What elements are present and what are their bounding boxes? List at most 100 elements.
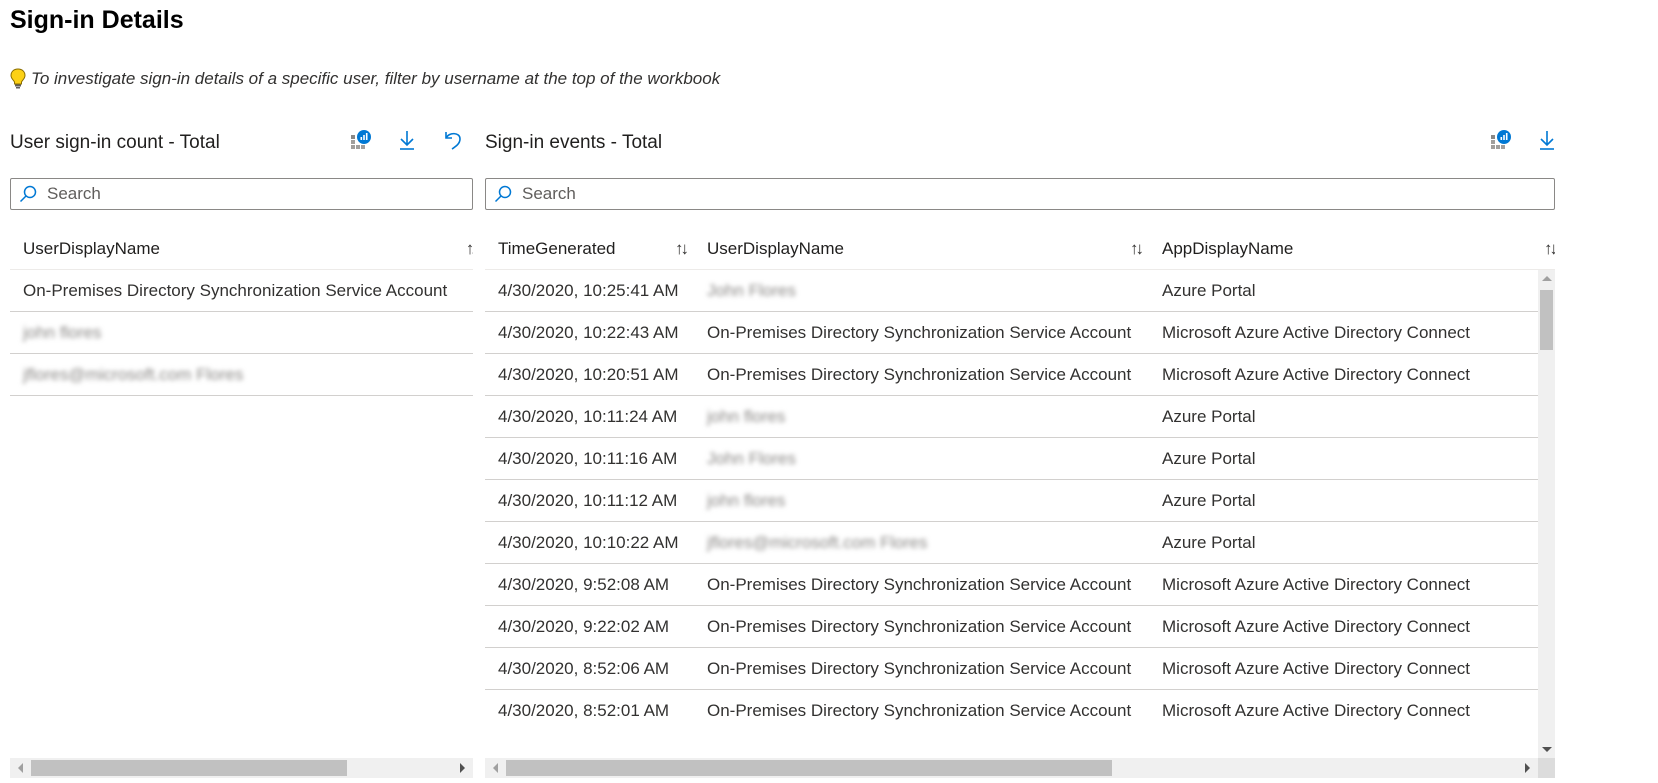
lightbulb-icon [10,68,26,90]
signin-events-panel: Sign-in events - Total Search TimeGenera… [485,118,1555,778]
scrollbar-thumb[interactable] [31,760,347,776]
open-in-log-analytics-icon [351,130,371,149]
scroll-left-arrow[interactable] [493,763,498,773]
table-row[interactable]: 4/30/2020, 10:11:24 AM john flores Azure P… [485,396,1538,438]
table-row[interactable]: 4/30/2020, 10:11:12 AM john flores Azure P… [485,480,1538,522]
reset-button[interactable] [441,126,465,154]
cell-timegenerated: 4/30/2020, 9:22:02 AM [498,617,670,636]
sort-ascending-icon[interactable]: ↑. [466,239,473,259]
page-title: Sign-in Details [10,6,184,34]
cell-userdisplayname: jflores@microsoft.com Flores [707,533,928,552]
cell-userdisplayname: On-Premises Directory Synchronization Se… [707,323,1132,342]
sort-icon[interactable]: ↑↓ [1544,239,1555,259]
cell-timegenerated: 4/30/2020, 10:11:12 AM [498,491,678,510]
open-in-log-analytics-icon [1491,130,1511,149]
hint-text-container: To investigate sign-in details of a spec… [10,68,720,90]
events-search-box[interactable] [485,178,1555,210]
horizontal-scrollbar[interactable] [10,758,473,778]
panel-title: Sign-in events - Total [485,132,663,153]
cell-userdisplayname: On-Premises Directory Synchronization Se… [707,659,1132,678]
export-button[interactable] [1535,126,1559,154]
table-row[interactable]: 4/30/2020, 10:11:16 AM John Flores Azure P… [485,438,1538,480]
cell-userdisplayname: jflores@microsoft.com Flores [23,365,244,384]
download-icon [1540,131,1554,150]
cell-appdisplayname: Azure Portal [1162,491,1256,510]
cell-timegenerated: 4/30/2020, 10:25:41 AM [498,281,679,300]
user-search-box[interactable] [10,178,473,210]
table-row[interactable]: jflores@microsoft.com Flores [10,354,473,396]
user-signin-count-panel: User sign-in count - Total Search UserDi… [10,118,473,778]
table-header: UserDisplayName ↑. [10,228,473,270]
cell-timegenerated: 4/30/2020, 9:52:08 AM [498,575,670,594]
cell-userdisplayname: On-Premises Directory Synchronization Se… [23,281,448,300]
cell-userdisplayname: john flores [23,323,102,342]
cell-timegenerated: 4/30/2020, 10:20:51 AM [498,365,679,384]
table-row[interactable]: 4/30/2020, 9:22:02 AM On-Premises Directo… [485,606,1538,648]
scroll-right-arrow[interactable] [460,763,465,773]
export-button[interactable] [395,126,419,154]
table-row[interactable]: 4/30/2020, 8:52:01 AM On-Premises Directo… [485,690,1538,720]
scroll-down-arrow[interactable] [1542,747,1552,752]
cell-userdisplayname: On-Premises Directory Synchronization Se… [707,575,1132,594]
column-header-appdisplayname[interactable]: AppDisplayName ↑↓ [1149,228,1555,270]
table-row[interactable]: On-Premises Directory Synchronization Se… [10,270,473,312]
table-row[interactable]: 4/30/2020, 9:52:08 AM On-Premises Directo… [485,564,1538,606]
cell-appdisplayname: Microsoft Azure Active Directory Connect [1162,659,1471,678]
table-row[interactable]: 4/30/2020, 8:52:06 AM On-Premises Directo… [485,648,1538,690]
user-signin-count-table: UserDisplayName ↑. On-Premises Directory… [10,228,473,778]
cell-appdisplayname: Microsoft Azure Active Directory Connect [1162,701,1471,720]
horizontal-scrollbar[interactable] [485,758,1538,778]
cell-userdisplayname: On-Premises Directory Synchronization Se… [707,617,1132,636]
cell-timegenerated: 4/30/2020, 8:52:01 AM [498,701,670,720]
hint-text: To investigate sign-in details of a spec… [31,69,721,88]
table-row[interactable]: 4/30/2020, 10:22:43 AM On-Premises Direct… [485,312,1538,354]
scroll-left-arrow[interactable] [18,763,23,773]
table-body: On-Premises Directory Synchronization Se… [10,270,473,396]
table-row[interactable]: 4/30/2020, 10:20:51 AM On-Premises Direct… [485,354,1538,396]
download-icon [400,131,414,150]
cell-appdisplayname: Microsoft Azure Active Directory Connect [1162,617,1471,636]
scroll-up-arrow[interactable] [1542,276,1552,281]
cell-appdisplayname: Azure Portal [1162,449,1256,468]
column-header-timegenerated[interactable]: TimeGenerated ↑↓ [485,228,694,270]
cell-appdisplayname: Microsoft Azure Active Directory Connect [1162,365,1471,384]
column-header-userdisplayname[interactable]: UserDisplayName ↑. [10,228,473,270]
signin-events-table: TimeGenerated ↑↓ UserDisplayName ↑↓ AppD… [485,228,1555,778]
undo-icon [445,132,461,150]
cell-userdisplayname: john flores [707,491,786,510]
panel-title: User sign-in count - Total [10,132,220,153]
cell-userdisplayname: john flores [707,407,786,426]
scrollbar-thumb[interactable] [506,760,1112,776]
scrollbar-thumb[interactable] [1540,290,1553,350]
open-in-logs-button[interactable] [1489,126,1513,154]
scroll-right-arrow[interactable] [1525,763,1530,773]
user-search-input[interactable] [45,183,472,205]
column-header-userdisplayname[interactable]: UserDisplayName ↑↓ [694,228,1149,270]
cell-userdisplayname: On-Premises Directory Synchronization Se… [707,701,1132,720]
events-search-input[interactable] [520,183,1554,205]
cell-appdisplayname: Azure Portal [1162,281,1256,300]
cell-timegenerated: 4/30/2020, 10:10:22 AM [498,533,679,552]
table-row[interactable]: 4/30/2020, 10:25:41 AM John Flores Azure P… [485,270,1538,312]
cell-appdisplayname: Azure Portal [1162,407,1256,426]
sort-icon[interactable]: ↑↓ [675,239,689,259]
cell-userdisplayname: John Flores [707,449,796,468]
search-icon [19,185,37,203]
cell-timegenerated: 4/30/2020, 10:11:16 AM [498,449,678,468]
open-in-logs-button[interactable] [349,126,373,154]
cell-userdisplayname: John Flores [707,281,796,300]
cell-appdisplayname: Azure Portal [1162,533,1256,552]
cell-userdisplayname: On-Premises Directory Synchronization Se… [707,365,1132,384]
table-body: 4/30/2020, 10:25:41 AM John Flores Azure P… [485,270,1538,720]
sort-icon[interactable]: ↑↓ [1130,239,1144,259]
cell-timegenerated: 4/30/2020, 10:11:24 AM [498,407,678,426]
table-header: TimeGenerated ↑↓ UserDisplayName ↑↓ AppD… [485,228,1555,270]
table-row[interactable]: 4/30/2020, 10:10:22 AM jflores@microsoft.… [485,522,1538,564]
scrollbar-corner [1538,758,1555,778]
table-row[interactable]: john flores [10,312,473,354]
vertical-scrollbar[interactable] [1538,270,1555,758]
cell-appdisplayname: Microsoft Azure Active Directory Connect [1162,323,1471,342]
cell-timegenerated: 4/30/2020, 10:22:43 AM [498,323,679,342]
search-icon [494,185,512,203]
cell-appdisplayname: Microsoft Azure Active Directory Connect [1162,575,1471,594]
